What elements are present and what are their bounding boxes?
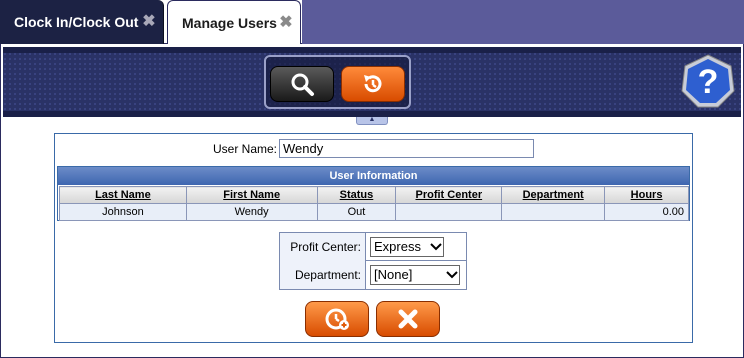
profit-center-row: Profit Center: Express (280, 233, 466, 261)
tab-strip: Clock In/Clock Out ✖ Manage Users ✖ (0, 0, 744, 44)
cell-first-name: Wendy (185, 203, 318, 221)
toolbar: ? (3, 47, 741, 117)
col-department[interactable]: Department (501, 186, 606, 204)
col-status[interactable]: Status (316, 186, 397, 204)
cell-last-name: Johnson (59, 203, 187, 221)
profit-center-value: Express (374, 239, 421, 254)
cancel-button[interactable] (376, 301, 440, 337)
manage-users-panel: User Name: User Information Last Name Fi… (54, 133, 693, 343)
user-table: Last Name First Name Status Profit Cente… (59, 186, 689, 221)
history-reset-icon (364, 75, 382, 93)
user-information-grid: User Information Last Name First Name St… (57, 166, 690, 221)
help-icon: ? (681, 54, 735, 108)
reset-button[interactable] (341, 66, 405, 102)
department-value: [None] (374, 267, 413, 282)
user-information-header: User Information (58, 167, 689, 185)
cell-department (501, 203, 606, 221)
search-button[interactable] (270, 66, 334, 102)
close-icon (398, 309, 418, 329)
clock-add-icon (325, 308, 349, 330)
table-row[interactable]: Johnson Wendy Out 0.00 (59, 203, 689, 221)
collapse-toolbar-tab[interactable]: ▲ (356, 116, 388, 125)
tab-label: Manage Users (182, 14, 277, 31)
add-time-button[interactable] (305, 301, 369, 337)
profit-center-select[interactable]: Express (370, 237, 444, 257)
username-label: User Name: (213, 142, 278, 156)
close-icon[interactable]: ✖ (141, 14, 157, 30)
svg-text:?: ? (698, 63, 719, 101)
chevron-down-icon (445, 266, 459, 284)
cell-hours: 0.00 (604, 203, 689, 221)
tab-label: Clock In/Clock Out (14, 14, 139, 30)
col-first-name[interactable]: First Name (185, 186, 318, 204)
toolbar-button-group (264, 55, 411, 109)
cell-status: Out (316, 203, 397, 221)
tab-manage-users[interactable]: Manage Users ✖ (167, 0, 301, 44)
username-input[interactable] (279, 139, 534, 158)
assignment-settings: Profit Center: Express Department: [None… (279, 232, 467, 290)
username-row: User Name: (55, 138, 692, 158)
tab-strip-background (302, 0, 744, 44)
col-last-name[interactable]: Last Name (59, 186, 187, 204)
search-icon (291, 73, 314, 96)
department-select[interactable]: [None] (370, 265, 460, 285)
col-profit-center[interactable]: Profit Center (395, 186, 503, 204)
close-icon[interactable]: ✖ (278, 15, 294, 31)
cell-profit-center (395, 203, 503, 221)
department-label: Department: (280, 261, 366, 289)
chevron-down-icon (429, 238, 443, 256)
col-hours[interactable]: Hours (604, 186, 689, 204)
department-row: Department: [None] (280, 261, 466, 289)
profit-center-label: Profit Center: (280, 233, 366, 261)
tab-clock-in-out[interactable]: Clock In/Clock Out ✖ (0, 0, 164, 44)
help-button[interactable]: ? (680, 53, 736, 109)
